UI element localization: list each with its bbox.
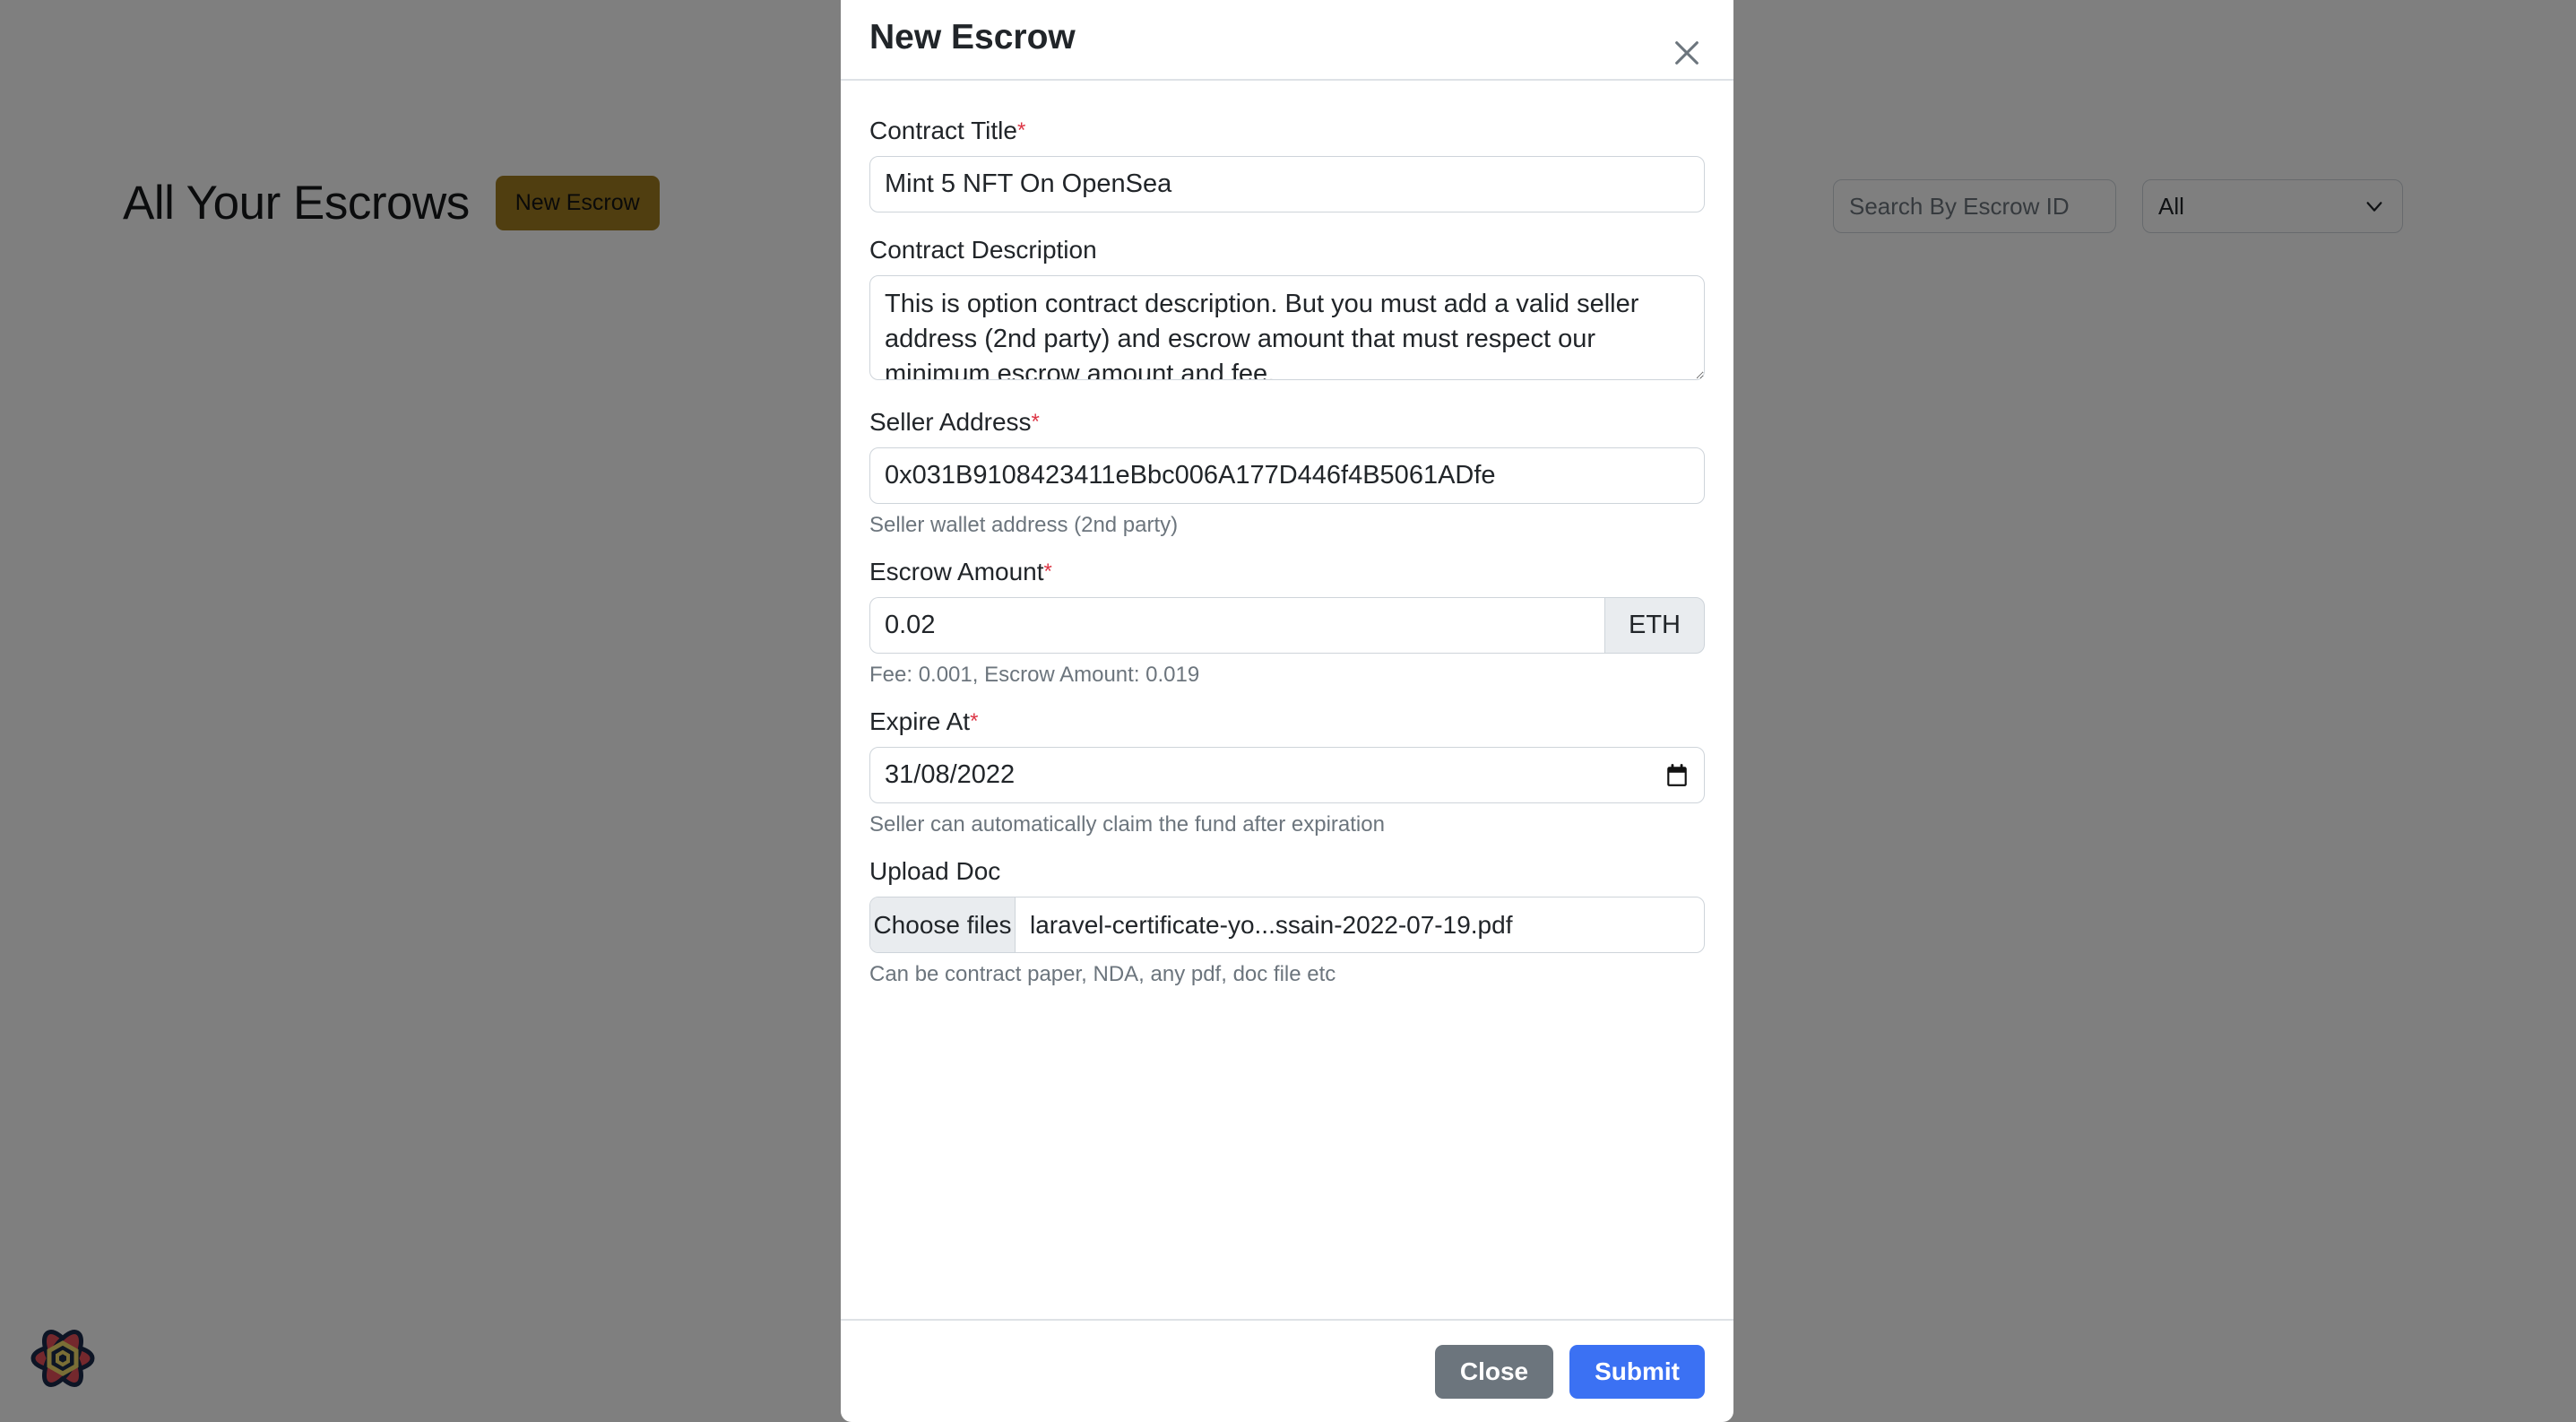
seller-address-input[interactable] <box>869 447 1705 504</box>
escrow-amount-label: Escrow Amount* <box>869 558 1052 585</box>
seller-address-label: Seller Address* <box>869 408 1040 436</box>
field-escrow-amount: Escrow Amount* ETH Fee: 0.001, Escrow Am… <box>869 558 1705 688</box>
expire-at-help: Seller can automatically claim the fund … <box>869 812 1385 837</box>
field-expire-at: Expire At* Seller can automatically clai… <box>869 707 1705 837</box>
modal-footer: Close Submit <box>841 1319 1733 1422</box>
close-icon[interactable] <box>1667 33 1707 73</box>
seller-address-help: Seller wallet address (2nd party) <box>869 513 1179 537</box>
choose-files-button[interactable]: Choose files <box>870 897 1016 952</box>
new-escrow-modal: New Escrow Contract Title* Contract Desc… <box>841 0 1733 1422</box>
contract-description-textarea[interactable]: This is option contract description. But… <box>869 275 1705 380</box>
contract-description-label: Contract Description <box>869 236 1097 264</box>
submit-button[interactable]: Submit <box>1569 1344 1705 1399</box>
selected-file-name: laravel-certificate-yo...ssain-2022-07-1… <box>1030 910 1513 939</box>
expire-at-input-wrap <box>869 747 1705 803</box>
contract-title-label: Contract Title* <box>869 117 1026 144</box>
escrow-amount-help: Fee: 0.001, Escrow Amount: 0.019 <box>869 663 1200 687</box>
upload-doc-label: Upload Doc <box>869 857 1001 885</box>
escrow-amount-input[interactable] <box>869 597 1604 654</box>
close-button[interactable]: Close <box>1434 1344 1554 1399</box>
field-contract-title: Contract Title* <box>869 117 1705 212</box>
expire-at-label: Expire At* <box>869 707 979 735</box>
upload-doc-help: Can be contract paper, NDA, any pdf, doc… <box>869 962 1336 986</box>
modal-title: New Escrow <box>869 17 1076 56</box>
required-marker: * <box>1031 410 1040 434</box>
required-marker: * <box>1016 118 1026 143</box>
currency-unit-addon: ETH <box>1604 597 1705 654</box>
field-seller-address: Seller Address* Seller wallet address (2… <box>869 408 1705 538</box>
modal-body: Contract Title* Contract Description Thi… <box>841 81 1733 1319</box>
required-marker: * <box>970 709 979 733</box>
field-upload-doc: Upload Doc Choose files laravel-certific… <box>869 857 1705 987</box>
field-contract-description: Contract Description This is option cont… <box>869 236 1705 385</box>
contract-title-input[interactable] <box>869 156 1705 212</box>
escrow-amount-input-group: ETH <box>869 597 1705 654</box>
required-marker: * <box>1043 559 1052 584</box>
modal-header: New Escrow <box>841 0 1733 81</box>
expire-at-input[interactable] <box>869 747 1705 803</box>
upload-doc-file-input[interactable]: Choose files laravel-certificate-yo...ss… <box>869 897 1705 953</box>
